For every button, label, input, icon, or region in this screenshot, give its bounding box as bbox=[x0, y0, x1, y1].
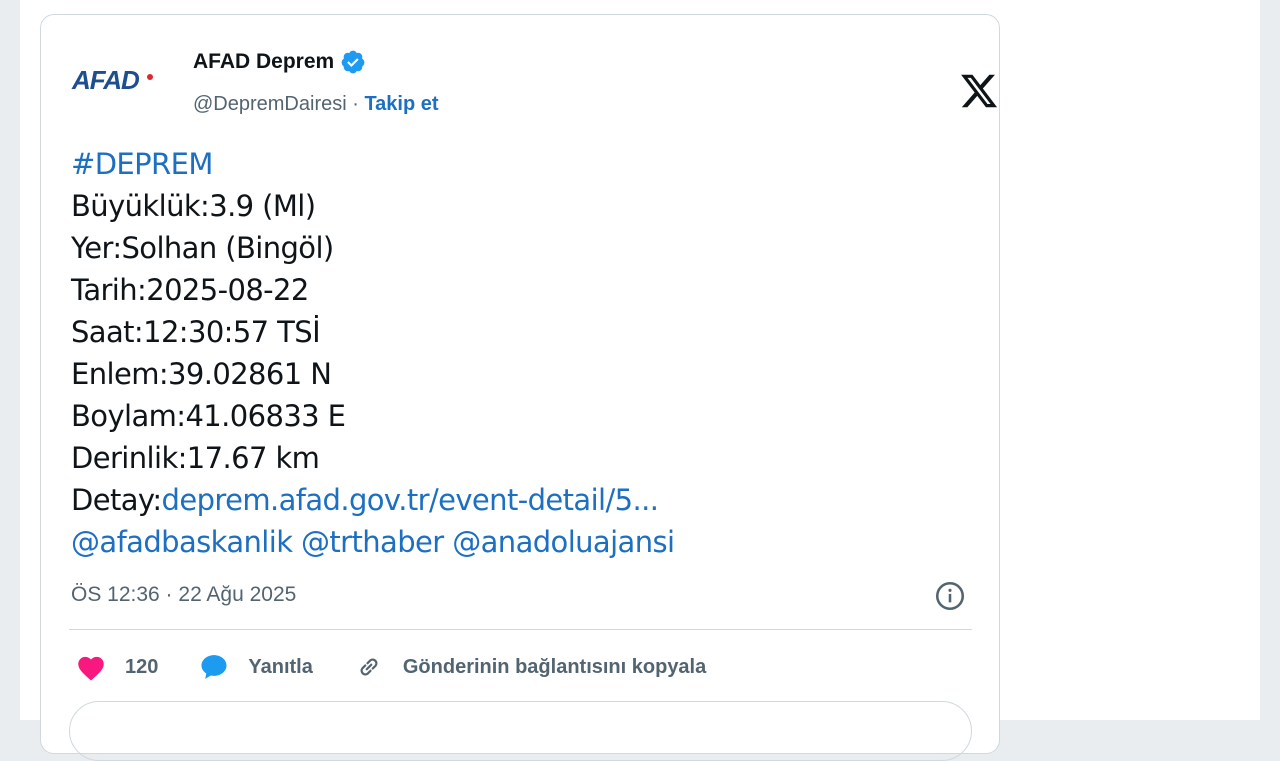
avatar-logo-dot bbox=[147, 74, 153, 80]
author-handle[interactable]: @DepremDairesi bbox=[193, 93, 347, 115]
follow-link[interactable]: Takip et bbox=[364, 93, 438, 115]
author-handle-row: @DepremDairesi · Takip et bbox=[193, 93, 439, 116]
copy-link-label: Gönderinin bağlantısını kopyala bbox=[402, 655, 707, 678]
detail-prefix: Detay: bbox=[71, 483, 162, 517]
x-logo-icon[interactable] bbox=[959, 71, 999, 111]
mentions-links[interactable]: @afadbaskanlik @trthaber @anadoluajansi bbox=[71, 521, 971, 563]
link-icon bbox=[360, 658, 378, 676]
reply-label: Yanıtla bbox=[248, 655, 313, 678]
date-line: Tarih:2025-08-22 bbox=[71, 273, 309, 307]
timestamp-row: ÖS 12:36 · 22 Ağu 2025 bbox=[71, 581, 971, 613]
embedded-tweet-card[interactable]: AFAD AFAD Deprem @DepremDairesi · Takip … bbox=[40, 14, 1000, 761]
latitude-line: Enlem:39.02861 N bbox=[71, 357, 332, 391]
author-name-row: AFAD Deprem bbox=[193, 49, 366, 75]
like-count: 120 bbox=[125, 655, 159, 678]
copy-link-button[interactable]: Gönderinin bağlantısını kopyala bbox=[353, 652, 706, 682]
verified-icon bbox=[341, 50, 365, 74]
location-line: Yer:Solhan (Bingöl) bbox=[71, 231, 334, 265]
read-replies-button[interactable] bbox=[69, 701, 972, 761]
tweet-actions: 120 Yanıtla Gönderinin bağlantısını kopy… bbox=[75, 651, 746, 683]
hashtag-link[interactable]: #DEPREM bbox=[71, 143, 971, 185]
magnitude-line: Büyüklük:3.9 (Ml) bbox=[71, 189, 316, 223]
depth-line: Derinlik:17.67 km bbox=[71, 441, 320, 475]
tweet-body: #DEPREM Büyüklük:3.9 (Ml) Yer:Solhan (Bi… bbox=[71, 143, 971, 563]
tweet-header: AFAD AFAD Deprem @DepremDairesi · Takip … bbox=[71, 47, 998, 119]
handle-separator: · bbox=[346, 93, 365, 115]
actions-divider bbox=[69, 629, 972, 630]
reply-bubble-icon bbox=[201, 655, 227, 679]
time-line: Saat:12:30:57 TSİ bbox=[71, 315, 321, 349]
detail-line: Detay:deprem.afad.gov.tr/event-detail/5.… bbox=[71, 479, 971, 521]
reply-button[interactable]: Yanıtla bbox=[198, 652, 313, 682]
tweet-timestamp[interactable]: ÖS 12:36 · 22 Ağu 2025 bbox=[71, 583, 296, 607]
like-button[interactable]: 120 bbox=[75, 653, 158, 681]
info-icon[interactable] bbox=[933, 579, 967, 613]
longitude-line: Boylam:41.06833 E bbox=[71, 399, 346, 433]
heart-icon bbox=[78, 656, 104, 681]
avatar-logo-text: AFAD bbox=[72, 65, 140, 95]
author-display-name[interactable]: AFAD Deprem bbox=[193, 50, 334, 74]
avatar[interactable]: AFAD bbox=[71, 47, 155, 119]
detail-url-link[interactable]: deprem.afad.gov.tr/event-detail/5... bbox=[162, 483, 659, 517]
